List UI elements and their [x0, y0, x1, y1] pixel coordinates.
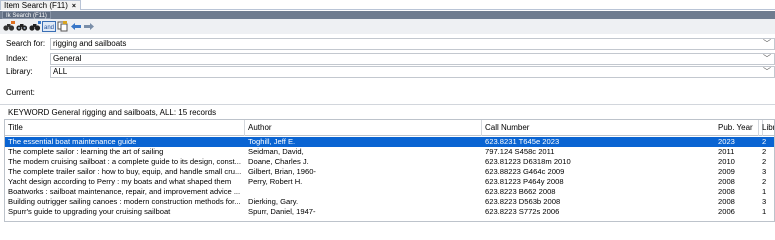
cell-pub-year: 2010 — [718, 157, 735, 166]
cell-title: Spurr's guide to upgrading your cruising… — [8, 207, 171, 216]
cell-library: 3 — [762, 197, 767, 206]
arrow-right-icon[interactable] — [83, 21, 95, 32]
table-row[interactable]: The complete sailor : learning the art o… — [5, 147, 774, 157]
window-tab-bar: Item Search (F11) × — [0, 0, 775, 10]
library-select-value: ALL — [53, 67, 68, 76]
results-table: Title Author Call Number Pub. Year Libr … — [4, 119, 775, 222]
chevron-down-icon[interactable]: ﹀ — [763, 54, 771, 64]
search-for-row: Search for: rigging and sailboats ﹀ — [0, 38, 775, 50]
cell-library: 3 — [762, 167, 767, 176]
table-row[interactable]: Spurr's guide to upgrading your cruising… — [5, 207, 774, 217]
index-label: Index: — [6, 54, 28, 63]
table-row[interactable]: Yacht design according to Perry : my boa… — [5, 177, 774, 187]
copy-icon[interactable] — [57, 21, 69, 32]
cell-author: Gilbert, Brian, 1960- — [248, 167, 316, 176]
cell-author — [245, 187, 482, 197]
cell-author: Doane, Charles J. — [248, 157, 309, 166]
cell-library: 2 — [762, 147, 767, 156]
column-header-title[interactable]: Title — [5, 120, 245, 136]
search-for-label: Search for: — [6, 39, 46, 48]
cell-call-number: 797.124 S458c 2011 — [485, 147, 555, 156]
cell-call-number: 623.81223 P464y 2008 — [485, 177, 564, 186]
cell-pub-year: 2023 — [718, 137, 735, 146]
cell-call-number: 623.8223 S772s 2006 — [485, 207, 560, 216]
cell-library: 2 — [762, 137, 767, 146]
cell-author: Dierking, Gary. — [248, 197, 299, 206]
cell-title: Yacht design according to Perry : my boa… — [8, 177, 232, 186]
cell-pub-year: 2008 — [718, 177, 735, 186]
table-row[interactable]: The complete trailer sailor : how to buy… — [5, 167, 774, 177]
and-operator-icon[interactable]: and — [42, 21, 56, 32]
cell-title: Boatworks : sailboat maintenance, repair… — [8, 187, 241, 196]
cell-pub-year: 2009 — [718, 167, 735, 176]
header-spacer — [759, 120, 763, 136]
table-row[interactable]: The modern cruising sailboat : a complet… — [5, 157, 774, 167]
library-row: Library: ALL ﹀ — [0, 66, 775, 78]
cell-author: Perry, Robert H. — [248, 177, 303, 186]
cell-title: The complete sailor : learning the art o… — [8, 147, 164, 156]
table-row[interactable]: Boatworks : sailboat maintenance, repair… — [5, 187, 774, 197]
index-row: Index: General ﹀ — [0, 53, 775, 65]
table-row[interactable]: The essential boat maintenance guide Togh… — [5, 137, 774, 147]
cell-library: 2 — [762, 177, 767, 186]
cell-pub-year: 2011 — [718, 147, 735, 156]
search-input[interactable]: rigging and sailboats ﹀ — [50, 38, 775, 50]
library-select[interactable]: ALL ﹀ — [50, 66, 775, 78]
cell-title: The modern cruising sailboat : a complet… — [8, 157, 241, 166]
table-header: Title Author Call Number — [5, 120, 774, 136]
tab-close-icon[interactable]: × — [72, 3, 76, 10]
tab-item-search[interactable]: Item Search (F11) × — [0, 0, 81, 10]
chevron-down-icon[interactable]: ﹀ — [763, 39, 771, 49]
binoculars-icon[interactable] — [16, 21, 28, 32]
cell-library: 2 — [762, 157, 767, 166]
chevron-down-icon[interactable]: ﹀ — [763, 67, 771, 77]
results-summary: KEYWORD General rigging and sailboats, A… — [8, 108, 217, 117]
table-row[interactable]: Building outrigger sailing canoes : mode… — [5, 197, 774, 207]
cell-call-number: 623.88223 G464c 2009 — [485, 167, 565, 176]
arrow-left-icon[interactable] — [70, 21, 82, 32]
index-select-value: General — [53, 54, 82, 63]
tab-title: Item Search (F11) — [4, 1, 68, 10]
column-header-call-number[interactable]: Call Number — [482, 120, 759, 136]
current-label: Current: — [6, 88, 35, 97]
cell-library: 1 — [762, 187, 767, 196]
results-panel: KEYWORD General rigging and sailboats, A… — [0, 104, 775, 222]
cell-call-number: 623.8223 B662 2008 — [485, 187, 556, 196]
binoculars-add-icon[interactable] — [3, 21, 15, 32]
cell-title: The essential boat maintenance guide — [8, 137, 137, 146]
library-label: Library: — [6, 67, 33, 76]
cell-call-number: 623.8231 T645e 2023 — [485, 137, 560, 146]
index-select[interactable]: General ﹀ — [50, 53, 775, 65]
cell-title: Building outrigger sailing canoes : mode… — [8, 197, 241, 206]
svg-text:and: and — [44, 25, 54, 31]
inner-tab-strip: Ik Search (F11) — [0, 11, 775, 19]
cell-pub-year: 2008 — [718, 187, 735, 196]
cell-call-number: 623.81223 D6318m 2010 — [485, 157, 571, 166]
cell-pub-year: 2008 — [718, 197, 735, 206]
cell-title: The complete trailer sailor : how to buy… — [8, 167, 242, 176]
binoculars-search-icon[interactable] — [29, 21, 41, 32]
search-input-value: rigging and sailboats — [53, 39, 127, 48]
cell-call-number: 623.8223 D563b 2008 — [485, 197, 561, 206]
cell-pub-year: 2006 — [718, 207, 735, 216]
cell-author: Toghill, Jeff E. — [248, 137, 296, 146]
cell-author: Seidman, David, — [248, 147, 304, 156]
column-header-author[interactable]: Author — [245, 120, 482, 136]
toolbar: and — [0, 19, 775, 34]
cell-author: Spurr, Daniel, 1947- — [248, 207, 316, 216]
cell-library: 1 — [762, 207, 767, 216]
inner-tab-item-search[interactable]: Ik Search (F11) — [2, 11, 51, 19]
